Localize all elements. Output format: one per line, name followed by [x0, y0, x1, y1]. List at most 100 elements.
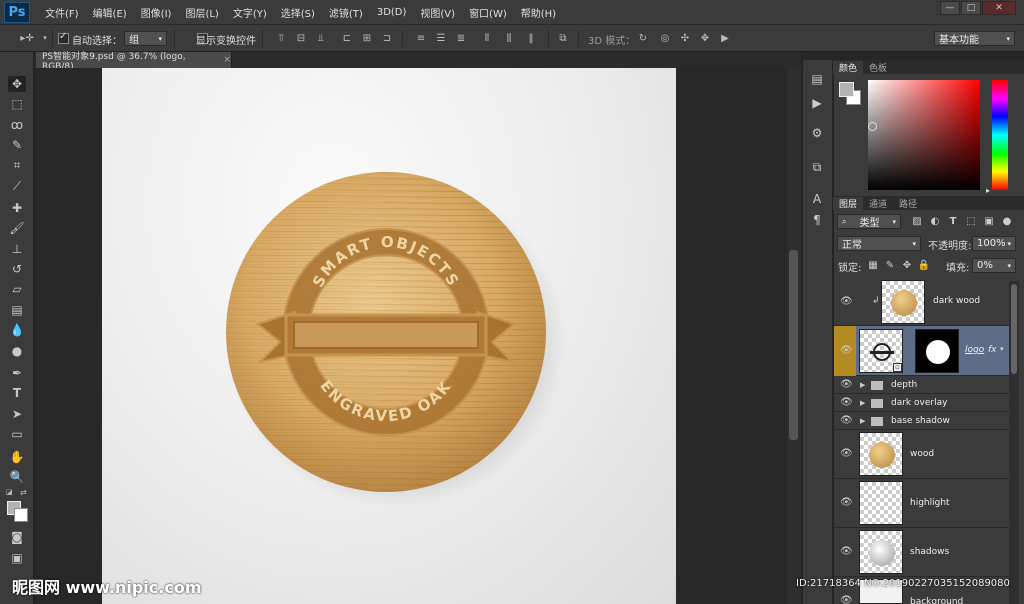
distribute-top-icon[interactable]: ≡ — [414, 31, 428, 45]
quick-select-tool-icon[interactable]: ✎ — [8, 137, 26, 153]
menu-window[interactable]: 窗口(W) — [462, 5, 514, 20]
auto-align-icon[interactable]: ⧉ — [556, 31, 570, 45]
menu-edit[interactable]: 编辑(E) — [86, 5, 134, 20]
menu-3d[interactable]: 3D(D) — [370, 7, 414, 18]
color-picker-marker[interactable] — [868, 122, 877, 131]
default-colors-icon[interactable]: ◪ — [6, 488, 13, 496]
menu-filter[interactable]: 滤镜(T) — [322, 5, 370, 20]
expand-arrow-icon[interactable]: ▶ — [860, 381, 865, 389]
pen-tool-icon[interactable]: ✒ — [8, 365, 26, 381]
3d-scale-icon[interactable]: ▶ — [718, 31, 732, 45]
lock-pixels-icon[interactable]: ✎ — [883, 258, 897, 272]
hue-slider[interactable] — [992, 80, 1008, 190]
opacity-input[interactable]: 100% ▾ — [972, 236, 1016, 251]
lasso-tool-icon[interactable]: ꝏ — [8, 117, 26, 133]
filter-pixel-icon[interactable]: ▨ — [910, 214, 924, 228]
lock-transparency-icon[interactable]: ▦ — [866, 258, 880, 272]
background-color-swatch[interactable] — [14, 508, 28, 522]
expand-effects-icon[interactable]: ▾ — [1000, 345, 1004, 353]
tab-paths[interactable]: 路径 — [893, 197, 923, 210]
layer-row[interactable]: 👁 wood — [834, 430, 1009, 479]
canvas-scroll-thumb[interactable] — [789, 250, 798, 440]
eye-icon[interactable]: 👁 — [840, 296, 853, 307]
3d-slide-icon[interactable]: ✥ — [698, 31, 712, 45]
distribute-left-icon[interactable]: ⦀ — [480, 31, 494, 45]
eye-icon[interactable]: 👁 — [840, 397, 853, 408]
dodge-tool-icon[interactable]: ● — [8, 343, 26, 359]
eye-icon[interactable]: 👁 — [840, 546, 853, 557]
menu-help[interactable]: 帮助(H) — [514, 5, 563, 20]
align-top-icon[interactable]: ⫪ — [274, 31, 288, 45]
eye-icon[interactable]: 👁 — [840, 379, 853, 390]
character-panel-icon[interactable]: A — [806, 190, 828, 208]
blur-tool-icon[interactable]: 💧 — [8, 322, 26, 338]
menu-file[interactable]: 文件(F) — [38, 5, 86, 20]
distribute-hcenter-icon[interactable]: ⫼ — [502, 31, 516, 45]
eyedropper-tool-icon[interactable]: ⟋ — [8, 178, 26, 194]
healing-brush-tool-icon[interactable]: ✚ — [8, 200, 26, 216]
layer-row[interactable]: 👁 shadows — [834, 528, 1009, 577]
filter-type-icon[interactable]: T — [946, 214, 960, 228]
align-vcenter-icon[interactable]: ⊟ — [294, 31, 308, 45]
layer-filter-dropdown[interactable]: ⌕ 类型 ▾ — [837, 214, 901, 229]
hue-slider-marker[interactable]: ▸ — [986, 186, 990, 195]
eraser-tool-icon[interactable]: ▱ — [8, 281, 26, 297]
3d-roll-icon[interactable]: ◎ — [658, 31, 672, 45]
brush-tool-icon[interactable]: 🖌 — [8, 220, 26, 236]
auto-select-checkbox[interactable] — [58, 31, 69, 44]
align-hcenter-icon[interactable]: ⊞ — [360, 31, 374, 45]
rectangle-tool-icon[interactable]: ▭ — [8, 426, 26, 442]
menu-view[interactable]: 视图(V) — [413, 5, 462, 20]
layer-row[interactable]: 👁 ↲ dark wood — [834, 278, 1009, 326]
tab-swatches[interactable]: 色板 — [863, 61, 893, 74]
path-select-tool-icon[interactable]: ➤ — [8, 406, 26, 422]
eye-icon[interactable]: 👁 — [840, 497, 853, 508]
layer-group-row[interactable]: 👁 ▶ base shadow — [834, 412, 1009, 430]
eye-icon[interactable]: 👁 — [840, 448, 853, 459]
menu-layer[interactable]: 图层(L) — [178, 5, 225, 20]
layers-scroll-thumb[interactable] — [1011, 284, 1017, 374]
layer-row-selected[interactable]: 👁 ▫ logo fx ▾ — [834, 326, 1009, 376]
distribute-bottom-icon[interactable]: ≣ — [454, 31, 468, 45]
properties-panel-icon[interactable]: ⚙ — [806, 124, 828, 142]
history-brush-tool-icon[interactable]: ↺ — [8, 261, 26, 277]
restore-button[interactable]: □ — [961, 1, 981, 15]
auto-select-dropdown[interactable]: 组 ▾ — [124, 31, 167, 46]
eye-icon[interactable]: 👁 — [840, 595, 853, 604]
crop-tool-icon[interactable]: ⌗ — [8, 157, 26, 173]
color-field[interactable] — [868, 80, 980, 190]
menu-type[interactable]: 文字(Y) — [226, 5, 274, 20]
filter-adjustment-icon[interactable]: ◐ — [928, 214, 942, 228]
layer-group-row[interactable]: 👁 ▶ depth — [834, 376, 1009, 394]
move-tool-icon[interactable]: ✥ — [8, 76, 26, 92]
align-bottom-icon[interactable]: ⫫ — [314, 31, 328, 45]
expand-arrow-icon[interactable]: ▶ — [860, 417, 865, 425]
marquee-tool-icon[interactable]: ⬚ — [8, 96, 26, 112]
clone-source-panel-icon[interactable]: ⧉ — [806, 158, 828, 176]
menu-image[interactable]: 图像(I) — [134, 5, 179, 20]
3d-rotate-icon[interactable]: ↻ — [636, 31, 650, 45]
filter-shape-icon[interactable]: ⬚ — [964, 214, 978, 228]
tab-channels[interactable]: 通道 — [863, 197, 893, 210]
minimize-button[interactable]: — — [940, 1, 960, 15]
type-tool-icon[interactable]: T — [8, 385, 26, 401]
close-tab-icon[interactable]: × — [223, 55, 231, 65]
workspace-dropdown[interactable]: 基本功能 ▾ — [934, 31, 1015, 46]
menu-select[interactable]: 选择(S) — [274, 5, 322, 20]
paragraph-panel-icon[interactable]: ¶ — [806, 211, 828, 229]
move-tool-preset-icon[interactable]: ▸✛ — [20, 31, 34, 45]
eye-icon[interactable]: 👁 — [840, 415, 853, 426]
filter-toggle-icon[interactable]: ● — [1000, 214, 1014, 228]
layer-group-row[interactable]: 👁 ▶ dark overlay — [834, 394, 1009, 412]
chevron-down-icon[interactable]: ▾ — [38, 31, 52, 45]
quick-mask-icon[interactable]: ◙ — [8, 529, 26, 545]
expand-arrow-icon[interactable]: ▶ — [860, 399, 865, 407]
fx-icon[interactable]: fx — [988, 345, 997, 355]
lock-all-icon[interactable]: 🔒 — [917, 258, 931, 272]
layer-mask-thumbnail[interactable] — [915, 329, 959, 373]
history-panel-icon[interactable]: ▤ — [806, 70, 828, 88]
document-tab[interactable]: PS智能对象9.psd @ 36.7% (logo, RGB/8) × — [36, 52, 232, 72]
layer-row[interactable]: 👁 highlight — [834, 479, 1009, 528]
3d-pan-icon[interactable]: ✣ — [678, 31, 692, 45]
distribute-vcenter-icon[interactable]: ☰ — [434, 31, 448, 45]
